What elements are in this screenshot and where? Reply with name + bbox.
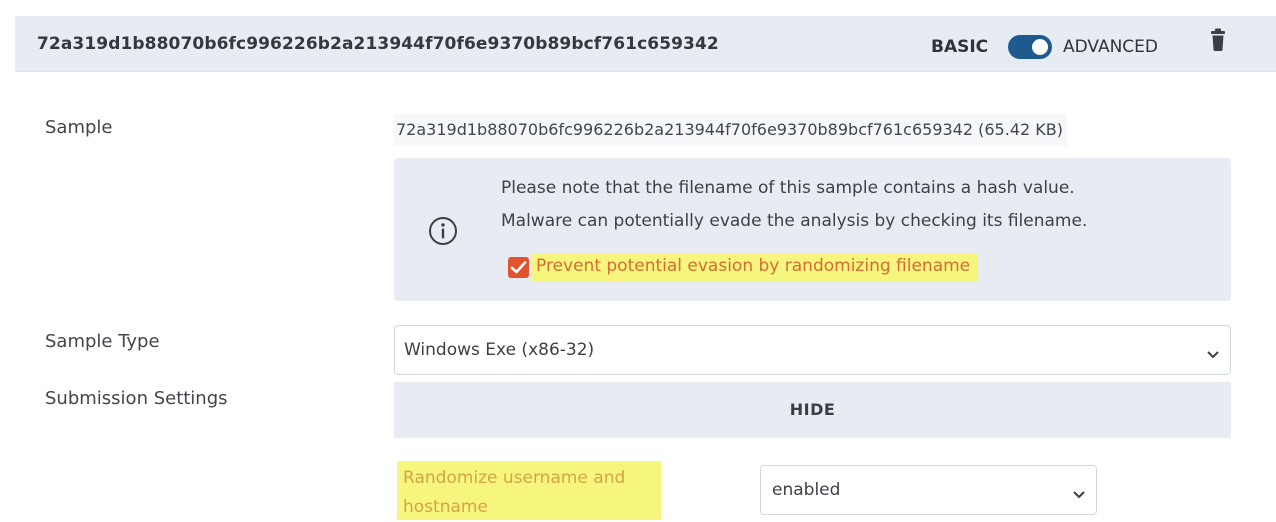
- notice-line-2: Malware can potentially evade the analys…: [501, 211, 1088, 231]
- randomize-username-label: Randomize username and hostname: [397, 461, 661, 520]
- sample-type-value: Windows Exe (x86-32): [404, 340, 595, 360]
- sample-type-select[interactable]: Windows Exe (x86-32): [394, 325, 1231, 375]
- mode-toggle[interactable]: [1008, 35, 1052, 59]
- sample-hash-title: 72a319d1b88070b6fc996226b2a213944f70f6e9…: [37, 34, 719, 54]
- hide-settings-button[interactable]: HIDE: [394, 382, 1231, 438]
- mode-advanced-label[interactable]: ADVANCED: [1063, 37, 1158, 57]
- hash-filename-notice: Please note that the filename of this sa…: [394, 158, 1231, 301]
- sample-value: 72a319d1b88070b6fc996226b2a213944f70f6e9…: [394, 114, 1067, 146]
- chevron-down-icon: [1206, 345, 1220, 359]
- randomize-username-select[interactable]: enabled: [760, 465, 1097, 515]
- trash-icon[interactable]: [1210, 28, 1226, 52]
- info-icon: [428, 216, 458, 246]
- toggle-knob: [1032, 39, 1048, 55]
- sample-type-label: Sample Type: [45, 331, 160, 352]
- sample-label: Sample: [45, 117, 113, 138]
- randomize-filename-label[interactable]: Prevent potential evasion by randomizing…: [532, 253, 979, 282]
- sample-header: 72a319d1b88070b6fc996226b2a213944f70f6e9…: [15, 16, 1276, 72]
- randomize-filename-checkbox[interactable]: [508, 257, 529, 278]
- submission-settings-label: Submission Settings: [45, 388, 228, 409]
- chevron-down-icon: [1072, 485, 1086, 499]
- mode-basic-label[interactable]: BASIC: [931, 37, 988, 57]
- randomize-username-value: enabled: [772, 480, 841, 500]
- hide-label: HIDE: [789, 400, 836, 419]
- notice-line-1: Please note that the filename of this sa…: [501, 178, 1075, 198]
